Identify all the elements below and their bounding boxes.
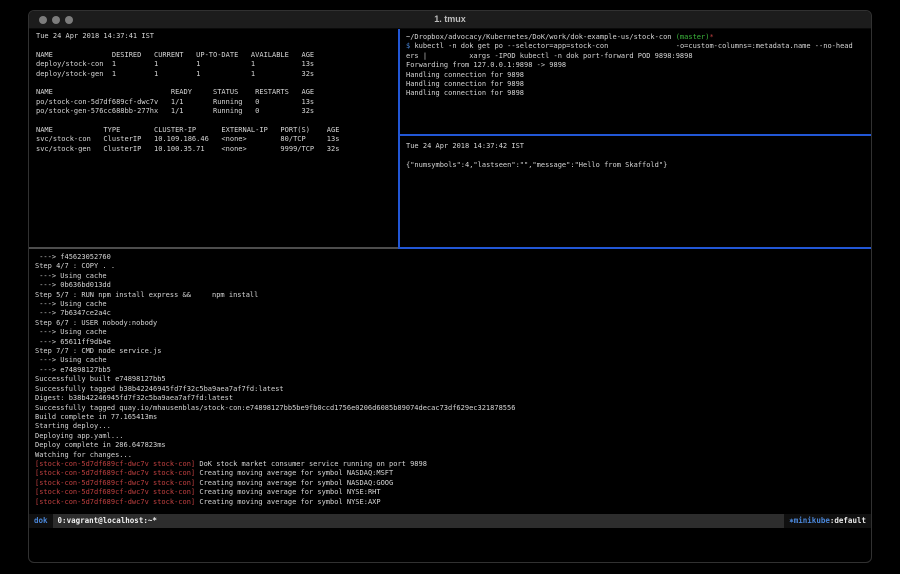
window-title: 1. tmux <box>29 14 871 24</box>
terminal-line: ---> Using cache <box>35 300 871 309</box>
terminal-line: ---> 65611ff9db4e <box>35 338 871 347</box>
terminal-line: Handling connection for 9898 <box>406 71 871 80</box>
terminal-window: 1. tmux Tue 24 Apr 2018 14:37:41 IST NAM… <box>28 10 872 563</box>
terminal-line: Tue 24 Apr 2018 14:37:42 IST <box>406 142 871 151</box>
terminal-line: Tue 24 Apr 2018 14:37:41 IST <box>36 32 398 41</box>
terminal-line <box>36 41 398 50</box>
pane-skaffold-log[interactable]: ---> f45623052760Step 4/7 : COPY . . ---… <box>31 249 871 513</box>
terminal-line: ---> f45623052760 <box>35 253 871 262</box>
tmux-session-name: dok <box>29 514 53 528</box>
terminal-line: Deploying app.yaml... <box>35 432 871 441</box>
terminal-line: {"numsymbols":4,"lastseen":"","message":… <box>406 161 871 170</box>
terminal-line: ers | xargs -IPOD kubectl -n dok port-fo… <box>406 52 871 61</box>
terminal-line: deploy/stock-gen 1 1 1 1 32s <box>36 70 398 79</box>
tmux-status-bar: dok 0:vagrant@localhost:~* ⎈minikube:def… <box>29 514 871 528</box>
terminal-line: Watching for changes... <box>35 451 871 460</box>
window-title-bar: 1. tmux <box>29 11 871 29</box>
terminal-line <box>36 79 398 88</box>
terminal-line: Successfully built e74898127bb5 <box>35 375 871 384</box>
terminal-line: $ kubectl -n dok get po --selector=app=s… <box>406 42 871 51</box>
screenshot-root: 1. tmux Tue 24 Apr 2018 14:37:41 IST NAM… <box>0 0 900 574</box>
terminal-line: Digest: b38b42246945fd7f32c5ba9aea7af7fd… <box>35 394 871 403</box>
terminal-line: Successfully tagged quay.io/mhausenblas/… <box>35 404 871 413</box>
terminal-line: ~/Dropbox/advocacy/Kubernetes/DoK/work/d… <box>406 33 871 42</box>
terminal-line: deploy/stock-con 1 1 1 1 13s <box>36 60 398 69</box>
terminal-line: Successfully tagged b38b42246945fd7f32c5… <box>35 385 871 394</box>
terminal-line: Deploy complete in 286.647823ms <box>35 441 871 450</box>
terminal-line: [stock-con-5d7df689cf-dwc7v stock-con] C… <box>35 479 871 488</box>
kube-context-name: minikube <box>794 516 830 525</box>
terminal-line: Forwarding from 127.0.0.1:9898 -> 9898 <box>406 61 871 70</box>
terminal-line: ---> 7b6347ce2a4c <box>35 309 871 318</box>
terminal-line: Step 7/7 : CMD node service.js <box>35 347 871 356</box>
tmux-window-tab[interactable]: 0:vagrant@localhost:~* <box>53 514 162 528</box>
terminal-line: [stock-con-5d7df689cf-dwc7v stock-con] C… <box>35 469 871 478</box>
pane-divider-vertical[interactable] <box>398 29 400 249</box>
terminal-line: ---> 0b636bd013dd <box>35 281 871 290</box>
kube-context-indicator: ⎈minikube:default <box>784 514 871 528</box>
terminal-line: [stock-con-5d7df689cf-dwc7v stock-con] C… <box>35 488 871 497</box>
terminal-line: ---> Using cache <box>35 272 871 281</box>
terminal-line: NAME READY STATUS RESTARTS AGE <box>36 88 398 97</box>
terminal-line: Build complete in 77.165413ms <box>35 413 871 422</box>
terminal-line: [stock-con-5d7df689cf-dwc7v stock-con] C… <box>35 498 871 507</box>
terminal-line: ---> Using cache <box>35 356 871 365</box>
terminal-line: ---> Using cache <box>35 328 871 337</box>
terminal-line: [stock-con-5d7df689cf-dwc7v stock-con] D… <box>35 460 871 469</box>
terminal-line: svc/stock-gen ClusterIP 10.100.35.71 <no… <box>36 145 398 154</box>
terminal-line: ---> e74898127bb5 <box>35 366 871 375</box>
terminal-line: NAME TYPE CLUSTER-IP EXTERNAL-IP PORT(S)… <box>36 126 398 135</box>
terminal-line: po/stock-con-5d7df689cf-dwc7v 1/1 Runnin… <box>36 98 398 107</box>
pane-kubectl-watch[interactable]: Tue 24 Apr 2018 14:37:41 IST NAME DESIRE… <box>31 29 398 248</box>
terminal-line: svc/stock-con ClusterIP 10.109.186.46 <n… <box>36 135 398 144</box>
terminal-line: NAME DESIRED CURRENT UP-TO-DATE AVAILABL… <box>36 51 398 60</box>
kubernetes-helm-icon: ⎈minikube <box>789 516 830 525</box>
terminal-line <box>406 151 871 160</box>
terminal-line: Handling connection for 9898 <box>406 89 871 98</box>
pane-port-forward[interactable]: ~/Dropbox/advocacy/Kubernetes/DoK/work/d… <box>402 29 871 133</box>
terminal-line: Starting deploy... <box>35 422 871 431</box>
terminal-line: po/stock-gen-576cc688bb-277hx 1/1 Runnin… <box>36 107 398 116</box>
terminal-line: Handling connection for 9898 <box>406 80 871 89</box>
terminal-line <box>36 117 398 126</box>
pane-curl-output[interactable]: Tue 24 Apr 2018 14:37:42 IST {"numsymbol… <box>402 136 871 247</box>
kube-namespace: :default <box>830 516 866 525</box>
terminal-line: Step 6/7 : USER nobody:nobody <box>35 319 871 328</box>
terminal-line: Step 4/7 : COPY . . <box>35 262 871 271</box>
terminal-line: Step 5/7 : RUN npm install express && np… <box>35 291 871 300</box>
